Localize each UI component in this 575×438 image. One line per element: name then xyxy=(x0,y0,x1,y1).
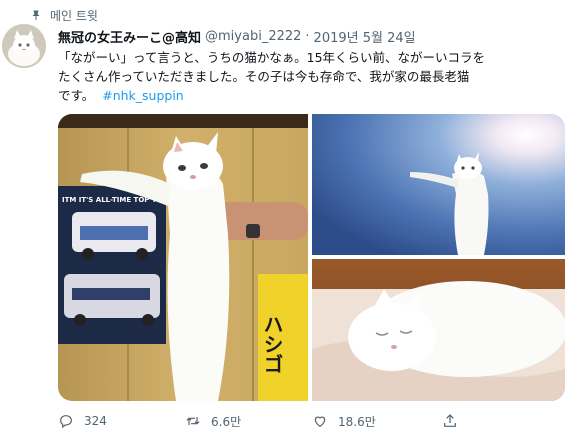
tweet-text-line: です。 #nhk_suppin xyxy=(58,86,563,105)
reply-icon xyxy=(60,415,72,429)
tweet-actions-bar: 324 6.6만 18.6만 xyxy=(58,406,563,436)
tweet-text-tail: です。 xyxy=(58,88,95,103)
reply-button[interactable]: 324 xyxy=(58,413,185,429)
pinned-tweet-label: 메인 트윗 xyxy=(30,6,98,24)
sign-text: ハシゴ xyxy=(260,314,284,374)
share-icon xyxy=(444,414,456,427)
like-button[interactable]: 18.6만 xyxy=(312,413,442,430)
author-handle[interactable]: @miyabi_2222 xyxy=(205,29,301,44)
long-cat-held-up-photo[interactable]: ITM IT'S ALL-TIME TOP TEAM ハシゴ xyxy=(58,114,308,401)
hashtag-link[interactable]: #nhk_suppin xyxy=(102,88,184,103)
sleeping-white-cat-photo[interactable] xyxy=(312,259,565,401)
pin-icon xyxy=(32,10,40,21)
heart-icon xyxy=(314,416,326,428)
share-button[interactable] xyxy=(442,413,468,429)
separator-dot: · xyxy=(305,28,310,44)
retweet-count: 6.6만 xyxy=(211,414,242,429)
long-cat-in-sky-photo[interactable] xyxy=(312,114,565,255)
pinned-text: 메인 트윗 xyxy=(50,8,98,23)
retweet-button[interactable]: 6.6만 xyxy=(185,413,312,430)
tweet-date[interactable]: 2019년 5월 24일 xyxy=(314,27,416,46)
tweet-text-line: 「ながーい」って言うと、うちの猫かなぁ。15年くらい前、ながーいコラを xyxy=(58,50,486,65)
reply-count: 324 xyxy=(84,414,107,428)
tweet-text-line: たくさん作っていただきました。その子は今も存命で、我が家の最長老猫 xyxy=(58,69,470,84)
author-display-name[interactable]: 無冠の女王みーこ@高知 xyxy=(58,27,201,46)
retweet-icon xyxy=(186,417,200,425)
tweet-text: 「ながーい」って言うと、うちの猫かなぁ。15年くらい前、ながーいコラを たくさん… xyxy=(58,48,563,105)
media-grid: ITM IT'S ALL-TIME TOP TEAM ハシゴ xyxy=(58,114,565,401)
avatar[interactable] xyxy=(2,24,46,68)
like-count: 18.6만 xyxy=(338,414,376,429)
tweet-header: 無冠の女王みーこ@高知 @miyabi_2222 · 2019년 5월 24일 xyxy=(58,26,563,46)
